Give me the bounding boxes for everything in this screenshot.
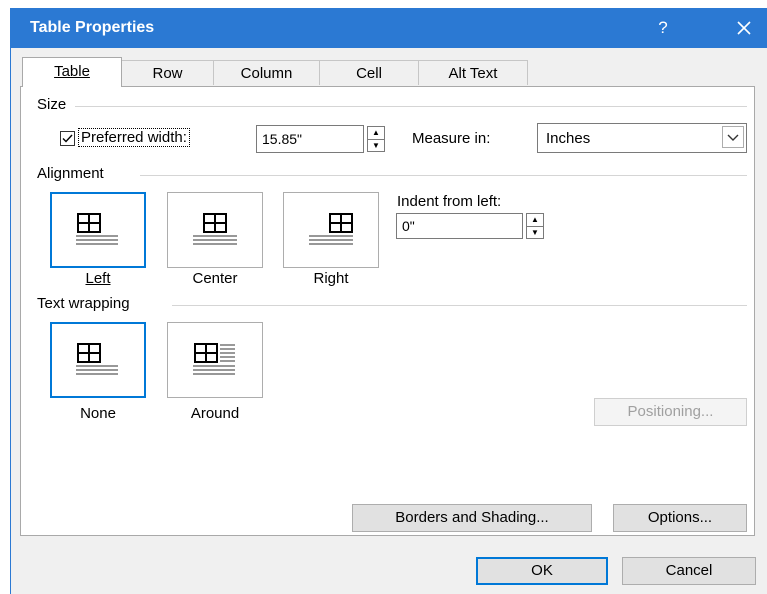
align-center-option[interactable]	[167, 192, 263, 268]
size-group-label: Size	[37, 96, 67, 113]
align-left-label: Left	[85, 270, 111, 287]
divider	[172, 305, 747, 306]
tab-alt-text[interactable]: Alt Text	[418, 60, 528, 85]
text-wrapping-group-label: Text wrapping	[37, 295, 130, 312]
align-right-option[interactable]	[283, 192, 379, 268]
tab-panel-table	[20, 86, 755, 536]
indent-from-left-label: Indent from left:	[397, 193, 502, 210]
width-spinner[interactable]: ▲ ▼	[367, 126, 385, 152]
spin-up-icon[interactable]: ▲	[527, 214, 543, 226]
cancel-button[interactable]: Cancel	[622, 557, 756, 585]
wrap-none-icon	[76, 343, 118, 375]
tab-row[interactable]: Row	[121, 60, 214, 85]
title-bar: Table Properties ?	[10, 8, 767, 48]
tab-label: Column	[240, 65, 293, 82]
tab-column[interactable]: Column	[213, 60, 320, 85]
help-button[interactable]: ?	[648, 14, 678, 42]
table-align-center-icon	[193, 213, 237, 245]
divider	[75, 106, 747, 107]
options-button[interactable]: Options...	[613, 504, 747, 532]
tab-label: Table	[54, 63, 90, 80]
ok-button[interactable]: OK	[476, 557, 608, 585]
tab-label: Row	[152, 65, 183, 82]
spin-down-icon[interactable]: ▼	[527, 226, 543, 239]
tab-cell[interactable]: Cell	[319, 60, 419, 85]
align-left-option[interactable]	[50, 192, 146, 268]
align-right-label: Right	[313, 270, 349, 287]
tab-table[interactable]: Table	[22, 57, 122, 87]
tab-label: Cell	[356, 65, 382, 82]
chevron-down-icon	[727, 134, 739, 141]
divider	[140, 175, 747, 176]
preferred-width-input[interactable]: 15.85"	[256, 125, 364, 153]
measure-in-select[interactable]: Inches	[537, 123, 747, 153]
wrap-around-label: Around	[190, 405, 240, 422]
preferred-width-checkbox[interactable]	[60, 131, 75, 146]
preferred-width-label[interactable]: Preferred width:	[78, 128, 190, 147]
dropdown-button[interactable]	[722, 126, 744, 148]
positioning-button[interactable]: Positioning...	[594, 398, 747, 426]
tab-label: Alt Text	[448, 65, 498, 82]
table-align-right-icon	[309, 213, 353, 245]
check-icon	[62, 134, 73, 143]
align-center-label: Center	[192, 270, 238, 287]
alignment-group-label: Alignment	[37, 165, 104, 182]
table-align-left-icon	[76, 213, 118, 245]
wrap-none-option[interactable]	[50, 322, 146, 398]
wrap-none-label: None	[80, 405, 116, 422]
window-title: Table Properties	[30, 19, 155, 36]
indent-spinner[interactable]: ▲ ▼	[526, 213, 544, 239]
wrap-around-option[interactable]	[167, 322, 263, 398]
wrap-around-icon	[193, 343, 235, 375]
borders-and-shading-button[interactable]: Borders and Shading...	[352, 504, 592, 532]
spin-up-icon[interactable]: ▲	[368, 127, 384, 139]
close-button[interactable]	[726, 14, 762, 42]
spin-down-icon[interactable]: ▼	[368, 139, 384, 152]
close-icon	[737, 21, 751, 35]
measure-in-label: Measure in:	[412, 130, 491, 147]
measure-in-value: Inches	[546, 130, 591, 147]
indent-from-left-input[interactable]: 0"	[396, 213, 523, 239]
